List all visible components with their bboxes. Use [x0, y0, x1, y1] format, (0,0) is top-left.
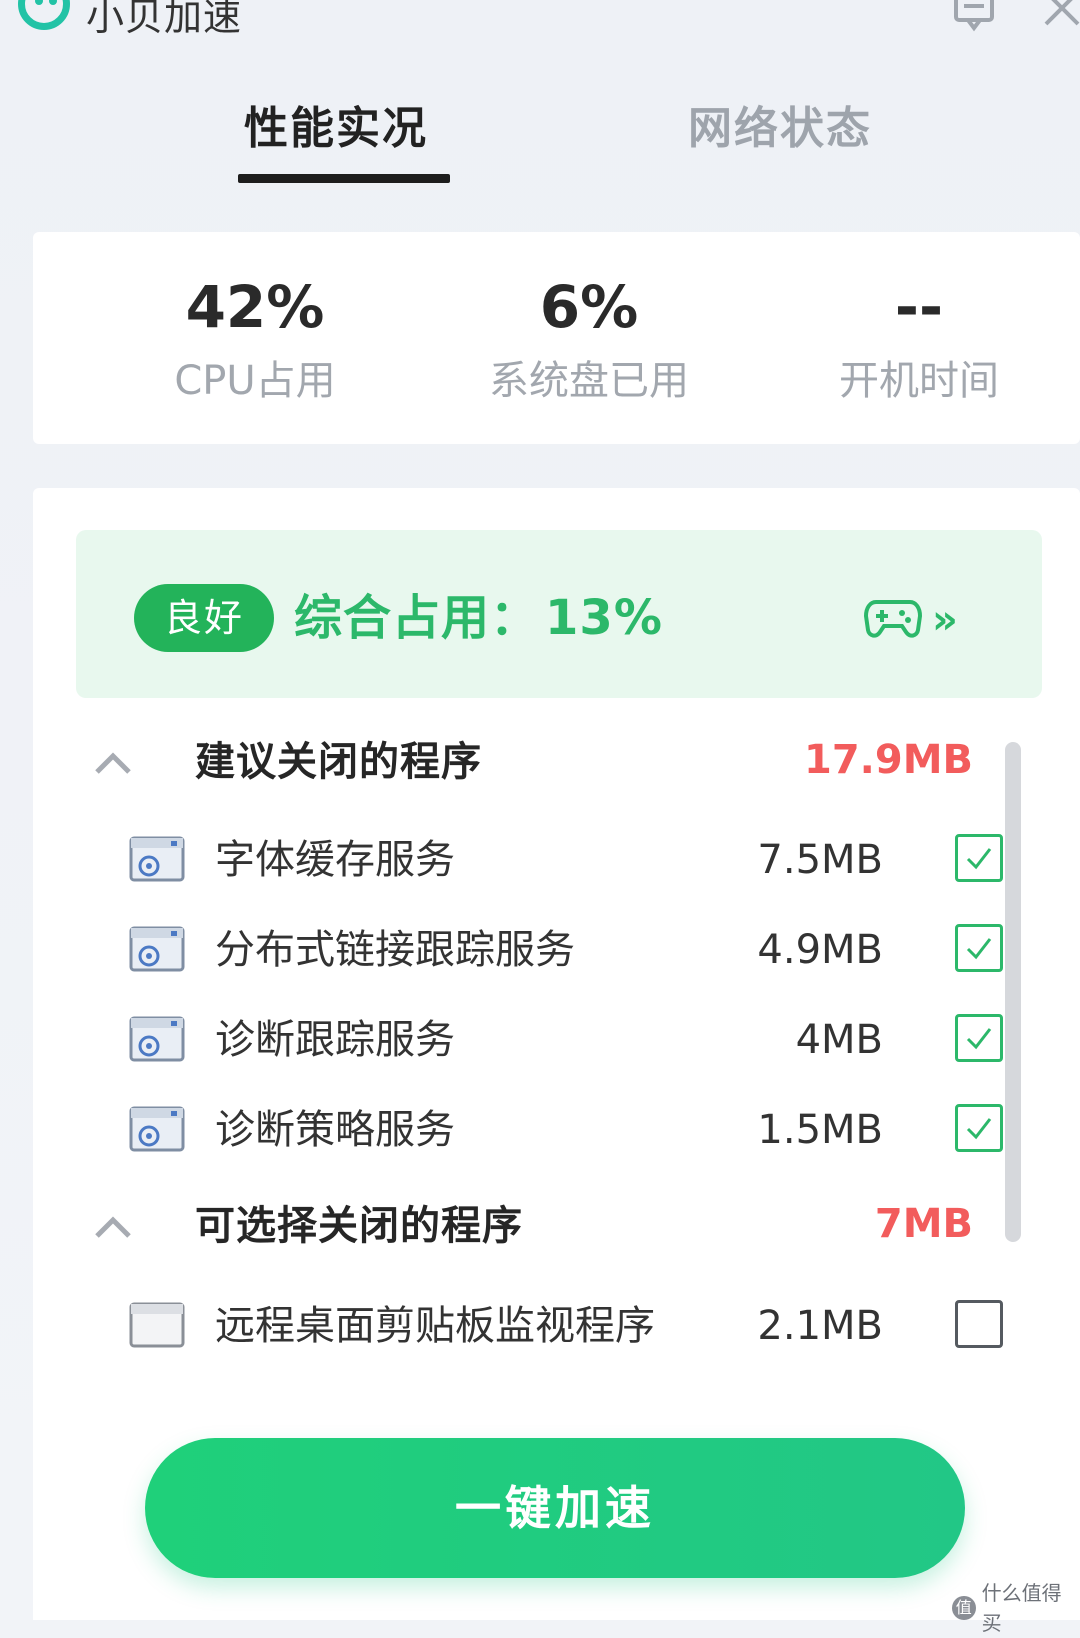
program-name: 分布式链接跟踪服务: [215, 927, 575, 973]
app-title: 小贝加速: [86, 0, 243, 39]
list-item: 分布式链接跟踪服务 4.9MB: [129, 918, 1009, 982]
service-window-icon: [129, 1016, 185, 1062]
stat-system-disk-value: 6%: [539, 273, 639, 341]
program-size: 7.5MB: [757, 837, 883, 883]
scrollbar-thumb[interactable]: [1005, 742, 1021, 1242]
close-icon[interactable]: [1040, 0, 1080, 34]
service-window-icon: [129, 836, 185, 882]
program-size: 4.9MB: [757, 927, 883, 973]
feedback-icon[interactable]: [952, 0, 996, 34]
stat-cpu-value: 42%: [185, 273, 325, 341]
title-bar: 小贝加速: [0, 0, 1080, 60]
stats-card: 42% CPU占用 6% 系统盘已用 -- 开机时间: [33, 232, 1080, 444]
program-name: 远程桌面剪贴板监视程序: [215, 1303, 655, 1349]
collapse-caret-icon[interactable]: [93, 1208, 133, 1244]
program-checkbox[interactable]: [955, 1104, 1003, 1152]
section-recommended-title: 建议关闭的程序: [195, 739, 482, 785]
list-item: 远程桌面剪贴板监视程序 2.1MB: [129, 1294, 1009, 1358]
stat-uptime: -- 开机时间: [789, 272, 1049, 406]
program-checkbox[interactable]: [955, 924, 1003, 972]
section-optional-header: 可选择关闭的程序 7MB: [93, 1196, 1003, 1256]
program-name: 诊断策略服务: [215, 1107, 455, 1153]
watermark-text: 什么值得买: [981, 1581, 1062, 1635]
main-card: 良好 综合占用： 13% » 建议关闭的程序 17.9MB 字体缓存服务 7.5…: [33, 488, 1080, 1620]
active-tab-indicator: [238, 174, 450, 183]
program-checkbox[interactable]: [955, 1300, 1003, 1348]
section-recommended-total: 17.9MB: [804, 737, 973, 783]
program-name: 字体缓存服务: [215, 837, 455, 883]
collapse-caret-icon[interactable]: [93, 744, 133, 780]
tab-network-status[interactable]: 网络状态: [688, 92, 872, 156]
watermark-logo-icon: 值: [952, 1596, 976, 1620]
stat-system-disk: 6% 系统盘已用: [459, 272, 719, 406]
program-size: 1.5MB: [757, 1107, 883, 1153]
program-size: 2.1MB: [757, 1303, 883, 1349]
list-item: 字体缓存服务 7.5MB: [129, 828, 1009, 892]
program-checkbox[interactable]: [955, 1014, 1003, 1062]
service-window-icon: [129, 1106, 185, 1152]
list-scrollbar: [1005, 742, 1021, 1242]
tab-bar: 性能实况 网络状态: [0, 92, 1080, 188]
watermark: 值 什么值得买: [952, 1578, 1080, 1638]
stat-cpu-label: CPU占用: [174, 358, 336, 404]
app-logo-icon: [18, 0, 70, 30]
service-window-icon: [129, 926, 185, 972]
program-size: 4MB: [795, 1017, 883, 1063]
app-window: 小贝加速 性能实况 网络状态 42% CPU占用 6% 系统盘已用 -- 开机时…: [0, 0, 1080, 1635]
stat-uptime-value: --: [894, 273, 944, 341]
stat-system-disk-label: 系统盘已用: [489, 358, 689, 404]
one-click-accelerate-button[interactable]: 一键加速: [145, 1438, 965, 1578]
section-recommended-header: 建议关闭的程序 17.9MB: [93, 732, 1003, 792]
program-checkbox[interactable]: [955, 834, 1003, 882]
program-name: 诊断跟踪服务: [215, 1017, 455, 1063]
list-item: 诊断策略服务 1.5MB: [129, 1098, 1009, 1162]
section-optional-title: 可选择关闭的程序: [195, 1203, 523, 1249]
program-window-icon: [129, 1302, 185, 1348]
section-optional-total: 7MB: [874, 1201, 973, 1247]
tab-performance[interactable]: 性能实况: [244, 92, 428, 156]
stat-uptime-label: 开机时间: [839, 358, 999, 404]
list-item: 诊断跟踪服务 4MB: [129, 1008, 1009, 1072]
stat-cpu: 42% CPU占用: [125, 272, 385, 406]
